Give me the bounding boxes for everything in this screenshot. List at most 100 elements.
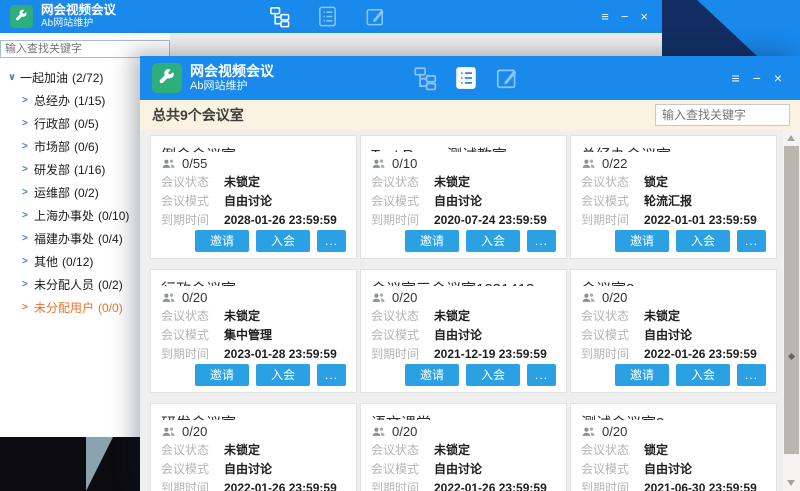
expire-value: 2021-06-30 23:59:59 <box>644 479 757 491</box>
invite-button[interactable]: 邀请 <box>615 230 669 252</box>
expire-value: 2023-01-28 23:59:59 <box>224 345 337 364</box>
mode-value: 轮流汇报 <box>644 192 692 211</box>
chevron-right-icon: > <box>22 233 34 244</box>
status-value: 未锁定 <box>434 173 470 192</box>
chevron-right-icon: > <box>22 118 34 129</box>
room-card: 总经办会议室 0/22 会议状态锁定 会议模式轮流汇报 到期时间2022-01-… <box>570 135 777 259</box>
join-button[interactable]: 入会 <box>256 230 310 252</box>
join-button[interactable]: 入会 <box>256 364 310 386</box>
status-value: 未锁定 <box>434 441 470 460</box>
more-button[interactable]: ... <box>527 364 556 386</box>
people-icon <box>371 290 386 305</box>
status-label: 会议状态 <box>581 441 636 460</box>
meeting-window-titlebar: 网会视频会议 Ab网站维护 ≡ − × <box>140 56 800 100</box>
tree-item-label: 上海办事处 <box>34 207 94 224</box>
more-button[interactable]: ... <box>737 230 766 252</box>
tree-item-count: (0/2) <box>74 186 99 200</box>
menu-icon[interactable]: ≡ <box>601 9 609 24</box>
chevron-right-icon: > <box>22 187 34 198</box>
close-icon[interactable]: × <box>774 70 782 86</box>
people-icon <box>371 424 386 439</box>
status-label: 会议状态 <box>161 173 216 192</box>
invite-button[interactable]: 邀请 <box>195 364 249 386</box>
people-icon <box>581 156 596 171</box>
tree-item-count: (0/2) <box>98 278 123 292</box>
room-list-view-icon[interactable] <box>316 5 339 28</box>
meeting-window-title: 网会视频会议 Ab网站维护 <box>190 63 274 92</box>
mode-label: 会议模式 <box>581 460 636 479</box>
wallpaper-diagonal-shape <box>662 0 757 56</box>
room-occupancy: 0/20 <box>602 290 627 305</box>
mode-value: 自由讨论 <box>434 460 482 479</box>
desktop-wallpaper-bottom-left <box>0 437 140 491</box>
tree-item-count: (0/6) <box>74 140 99 154</box>
app-title: 网会视频会议 <box>190 63 274 80</box>
chevron-right-icon: > <box>22 164 34 175</box>
edit-compose-icon[interactable] <box>364 5 387 28</box>
chevron-down-icon: ∨ <box>8 72 20 83</box>
tree-item-count: (1/16) <box>74 163 105 177</box>
expire-label: 到期时间 <box>371 211 426 230</box>
room-list-view-icon-active[interactable] <box>453 65 479 91</box>
expire-label: 到期时间 <box>581 345 636 364</box>
room-card: Test Room 测试教室 0/10 会议状态未锁定 会议模式自由讨论 到期时… <box>360 135 567 259</box>
chevron-right-icon: > <box>22 256 34 267</box>
app-logo-wrench-icon <box>10 5 33 28</box>
mode-label: 会议模式 <box>581 326 636 345</box>
status-value: 锁定 <box>644 441 668 460</box>
room-card: 会议室8 0/20 会议状态未锁定 会议模式自由讨论 到期时间2022-01-2… <box>570 269 777 393</box>
join-button[interactable]: 入会 <box>466 230 520 252</box>
org-tree-view-icon[interactable] <box>412 65 438 91</box>
app-subtitle: Ab网站维护 <box>190 80 274 93</box>
more-button[interactable]: ... <box>317 364 346 386</box>
more-button[interactable]: ... <box>737 364 766 386</box>
mode-value: 自由讨论 <box>644 460 692 479</box>
room-name: 总经办会议室 <box>581 144 766 152</box>
scroll-down-icon[interactable] <box>787 480 795 486</box>
room-card: 研发会议室 0/20 会议状态未锁定 会议模式自由讨论 到期时间2022-01-… <box>150 403 357 491</box>
more-button[interactable]: ... <box>317 230 346 252</box>
edit-compose-icon[interactable] <box>494 65 520 91</box>
room-search-input[interactable] <box>655 104 790 126</box>
join-button[interactable]: 入会 <box>676 230 730 252</box>
room-name: 会议室三会议室123141324141三会... <box>371 278 556 286</box>
chevron-right-icon: > <box>22 95 34 106</box>
scrollbar-thumb[interactable] <box>784 146 799 454</box>
tree-item-count: (2/72) <box>72 71 103 85</box>
minimize-icon[interactable]: − <box>621 9 629 24</box>
status-label: 会议状态 <box>371 441 426 460</box>
minimize-icon[interactable]: − <box>753 70 761 86</box>
scroll-up-icon[interactable] <box>787 135 795 141</box>
join-button[interactable]: 入会 <box>676 364 730 386</box>
tree-item-count: (0/4) <box>98 232 123 246</box>
room-occupancy: 0/20 <box>392 424 417 439</box>
menu-icon[interactable]: ≡ <box>731 70 739 86</box>
tree-item-count: (0/12) <box>62 255 93 269</box>
invite-button[interactable]: 邀请 <box>405 364 459 386</box>
invite-button[interactable]: 邀请 <box>195 230 249 252</box>
chevron-right-icon: > <box>22 210 34 221</box>
org-tree-view-icon[interactable] <box>268 5 291 28</box>
expire-label: 到期时间 <box>371 345 426 364</box>
people-icon <box>581 290 596 305</box>
invite-button[interactable]: 邀请 <box>405 230 459 252</box>
mode-label: 会议模式 <box>161 460 216 479</box>
expire-value: 2028-01-26 23:59:59 <box>224 211 337 230</box>
room-name: 例会会议室 <box>161 144 346 152</box>
expire-label: 到期时间 <box>161 479 216 491</box>
vertical-scrollbar[interactable] <box>783 130 800 491</box>
room-name: 测试会议室8 <box>581 412 766 420</box>
status-value: 未锁定 <box>224 307 260 326</box>
close-icon[interactable]: × <box>640 9 648 24</box>
invite-button[interactable]: 邀请 <box>615 364 669 386</box>
status-value: 未锁定 <box>644 307 680 326</box>
join-button[interactable]: 入会 <box>466 364 520 386</box>
room-name: 语文课堂 <box>371 412 556 420</box>
room-occupancy: 0/20 <box>392 290 417 305</box>
chevron-right-icon: > <box>22 302 34 313</box>
mode-label: 会议模式 <box>371 460 426 479</box>
rooms-grid-area: 例会会议室 0/55 会议状态未锁定 会议模式自由讨论 到期时间2028-01-… <box>140 130 800 491</box>
tree-item-label: 行政部 <box>34 115 70 132</box>
app-subtitle: Ab网站维护 <box>41 18 116 30</box>
more-button[interactable]: ... <box>527 230 556 252</box>
